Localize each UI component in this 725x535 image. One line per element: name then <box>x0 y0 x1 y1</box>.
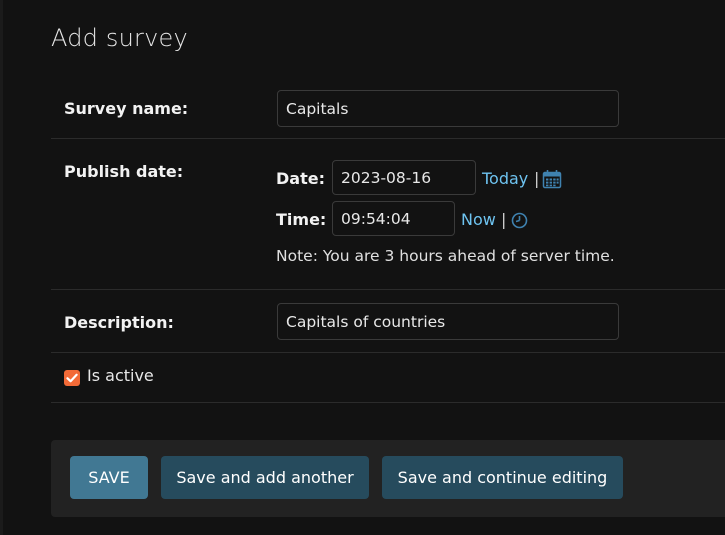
time-label: Time: <box>276 210 327 229</box>
date-input[interactable] <box>332 160 476 195</box>
save-and-add-another-button[interactable]: Save and add another <box>161 456 369 499</box>
description-label: Description: <box>64 313 174 332</box>
field-row-description: Description: <box>51 290 725 353</box>
admin-page: Add survey Survey name: Publish date: Da… <box>0 0 725 535</box>
date-separator: | <box>534 169 540 188</box>
save-and-continue-editing-button[interactable]: Save and continue editing <box>382 456 623 499</box>
page-title: Add survey <box>51 24 188 52</box>
field-row-survey-name: Survey name: <box>51 76 725 139</box>
today-link[interactable]: Today <box>482 169 528 188</box>
time-input[interactable] <box>332 201 455 236</box>
submit-row: SAVE Save and add another Save and conti… <box>51 440 725 517</box>
date-label: Date: <box>276 169 325 188</box>
left-rail <box>0 0 3 535</box>
survey-form: Survey name: Publish date: Date: Today | <box>51 76 725 403</box>
save-button[interactable]: SAVE <box>70 456 148 499</box>
survey-name-label: Survey name: <box>64 99 189 118</box>
is-active-checkbox[interactable] <box>64 370 80 386</box>
is-active-label: Is active <box>87 366 154 385</box>
checkmark-icon <box>66 373 78 383</box>
description-input[interactable] <box>277 303 619 340</box>
publish-date-label: Publish date: <box>64 162 184 181</box>
field-row-is-active: Is active <box>51 353 725 403</box>
field-row-publish-date: Publish date: Date: Today | Time: Now | <box>51 139 725 290</box>
timezone-note: Note: You are 3 hours ahead of server ti… <box>276 247 615 265</box>
clock-icon[interactable] <box>511 212 528 229</box>
now-link[interactable]: Now <box>461 210 496 229</box>
survey-name-input[interactable] <box>277 90 619 127</box>
calendar-icon[interactable] <box>542 169 562 189</box>
time-separator: | <box>501 210 507 229</box>
